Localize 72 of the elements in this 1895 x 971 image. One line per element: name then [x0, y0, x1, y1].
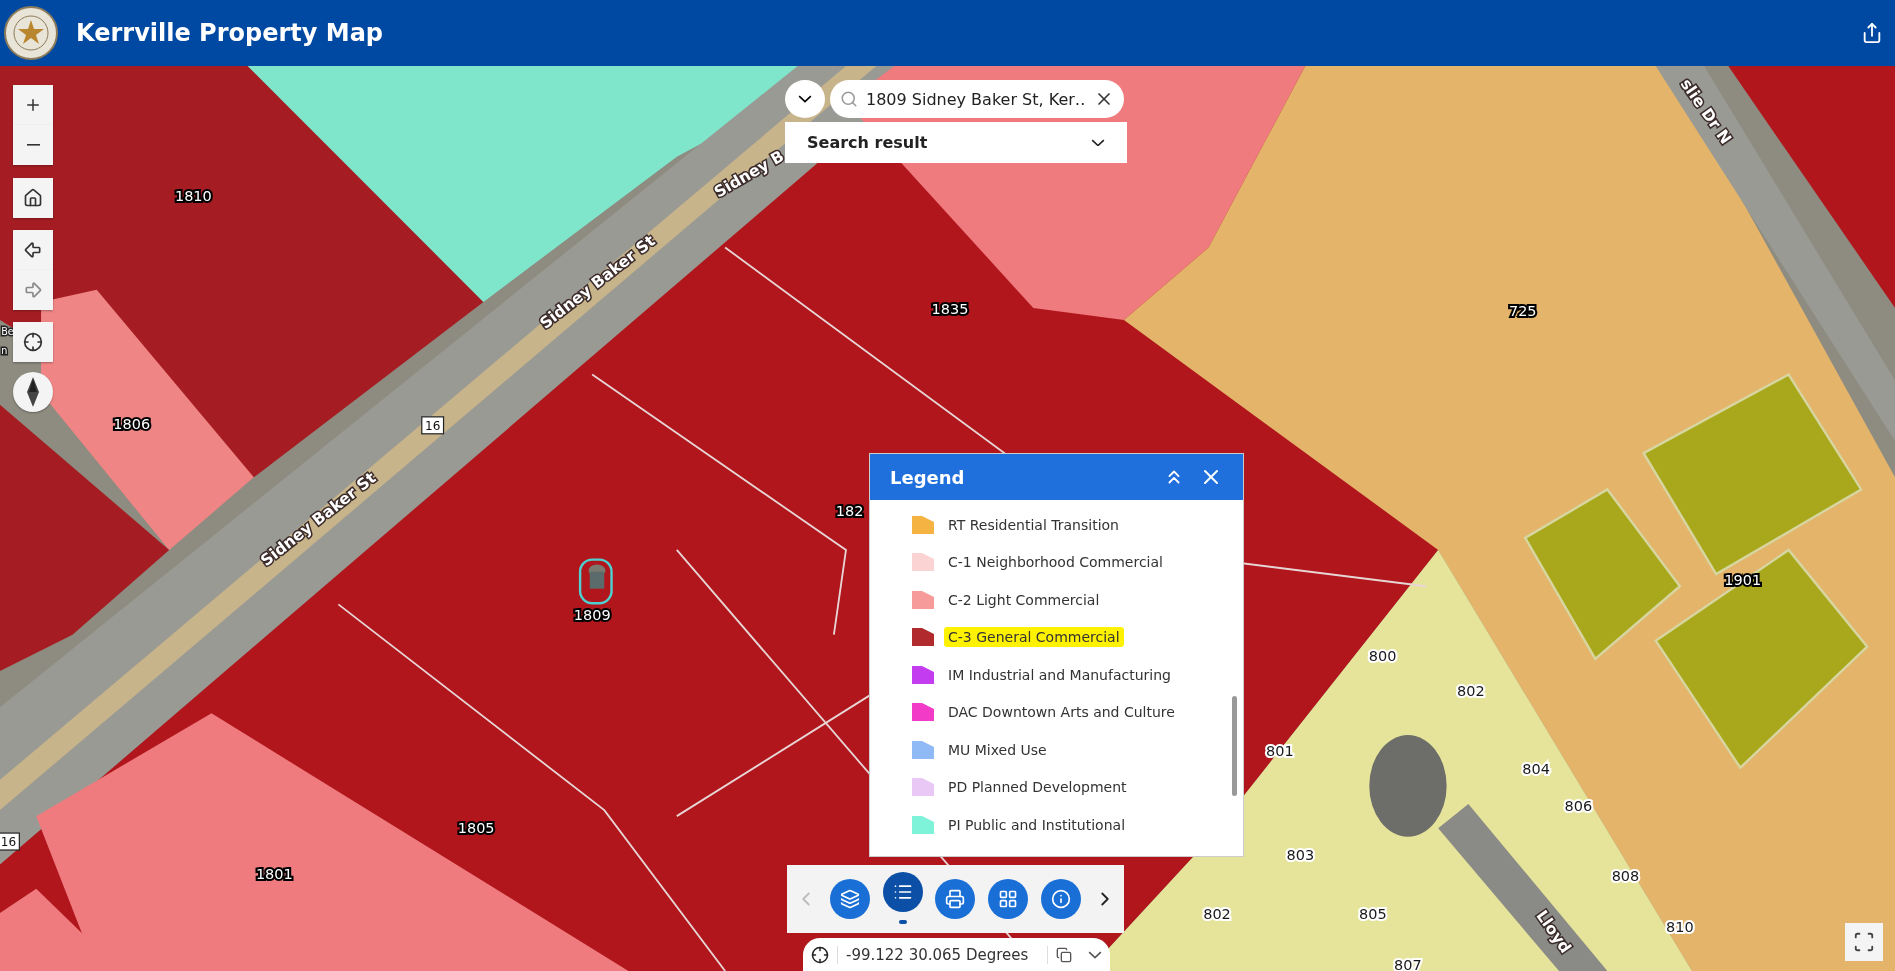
printer-icon [945, 889, 966, 909]
chevron-down-icon [1091, 138, 1105, 147]
city-seal-icon [4, 6, 58, 60]
copy-icon [1056, 947, 1072, 963]
fullscreen-button[interactable] [1845, 923, 1883, 961]
parcel-label: 1835 [931, 301, 969, 318]
parcel-label: 1809 [573, 607, 611, 624]
home-icon [23, 188, 43, 208]
place-label: n [1, 344, 8, 356]
parcel-label: 802 [1203, 905, 1231, 922]
about-button[interactable] [1041, 879, 1082, 919]
search-result-dropdown[interactable]: Search result [785, 122, 1127, 163]
chevron-down-icon [1088, 951, 1102, 959]
selected-indicator [898, 920, 907, 924]
legend-item-label: PD Planned Development [947, 778, 1128, 798]
left-arrow-icon [23, 240, 43, 260]
legend-item-label: C-1 Neighborhood Commercial [947, 553, 1164, 573]
parcel-label: 182 [835, 503, 864, 520]
legend-item-label: IM Industrial and Manufacturing [947, 665, 1172, 685]
crosshair-icon [811, 946, 829, 964]
scrollbar[interactable] [1232, 696, 1237, 796]
share-icon [1861, 22, 1883, 44]
parcel-label: 802 [1456, 683, 1485, 700]
basemap-button[interactable] [988, 879, 1029, 919]
parcel-label: 1810 [174, 188, 212, 205]
legend-title: Legend [890, 466, 966, 488]
parcel-label: 1806 [113, 415, 151, 432]
search-box[interactable]: 1809 Sidney Baker St, Ker… [830, 80, 1124, 118]
plus-icon [24, 96, 42, 114]
parcel-label: 807 [1394, 956, 1422, 971]
zoom-in-button[interactable] [13, 85, 53, 125]
print-button[interactable] [935, 879, 976, 919]
share-button[interactable] [1861, 22, 1883, 44]
legend-item-label: RT Residential Transition [947, 515, 1120, 535]
parcel-label: 810 [1666, 919, 1694, 936]
parcel-label: 808 [1611, 868, 1640, 885]
locate-button[interactable] [13, 322, 53, 362]
legend-item-label: C-3 General Commercial [944, 627, 1124, 648]
route-shield: 16 [421, 416, 445, 435]
parcel-label: 725 [1508, 303, 1537, 320]
layers-icon [839, 889, 860, 909]
parcel-label: 803 [1286, 846, 1315, 863]
parcel-label: 1901 [1724, 572, 1762, 589]
location-pin-icon [578, 558, 613, 605]
legend-item-label: C-2 Light Commercial [947, 590, 1101, 610]
minus-icon [26, 144, 40, 146]
info-icon [1051, 889, 1072, 909]
parcel-label: 800 [1368, 648, 1397, 665]
legend-item-label: PI Public and Institutional [947, 815, 1127, 835]
chevron-down-icon [798, 95, 812, 103]
place-label: Be [1, 325, 14, 337]
right-arrow-icon [23, 280, 43, 300]
search-field[interactable]: 1809 Sidney Baker St, Ker… [864, 88, 1088, 110]
grid-icon [998, 889, 1019, 909]
legend-item-label: MU Mixed Use [947, 740, 1048, 760]
crosshair-icon [23, 332, 43, 352]
back-button[interactable] [13, 230, 53, 270]
search-icon [840, 90, 858, 108]
coordinates-text: -99.122 30.065 Degrees [837, 946, 1048, 964]
legend-item-label: DAC Downtown Arts and Culture [947, 703, 1176, 723]
parcel-label: 1805 [457, 820, 495, 837]
fullscreen-icon [1853, 931, 1875, 953]
app-title: Kerrville Property Map [76, 19, 385, 47]
list-icon [892, 882, 913, 902]
layers-button[interactable] [829, 879, 870, 919]
route-shield: 16 [0, 832, 20, 851]
compass-icon [26, 377, 40, 407]
parcel-label: 805 [1359, 905, 1387, 922]
parcel-label: 806 [1564, 798, 1593, 815]
parcel-label: 1801 [255, 866, 293, 883]
parcel-label: 804 [1522, 760, 1550, 777]
home-button[interactable] [13, 178, 53, 218]
